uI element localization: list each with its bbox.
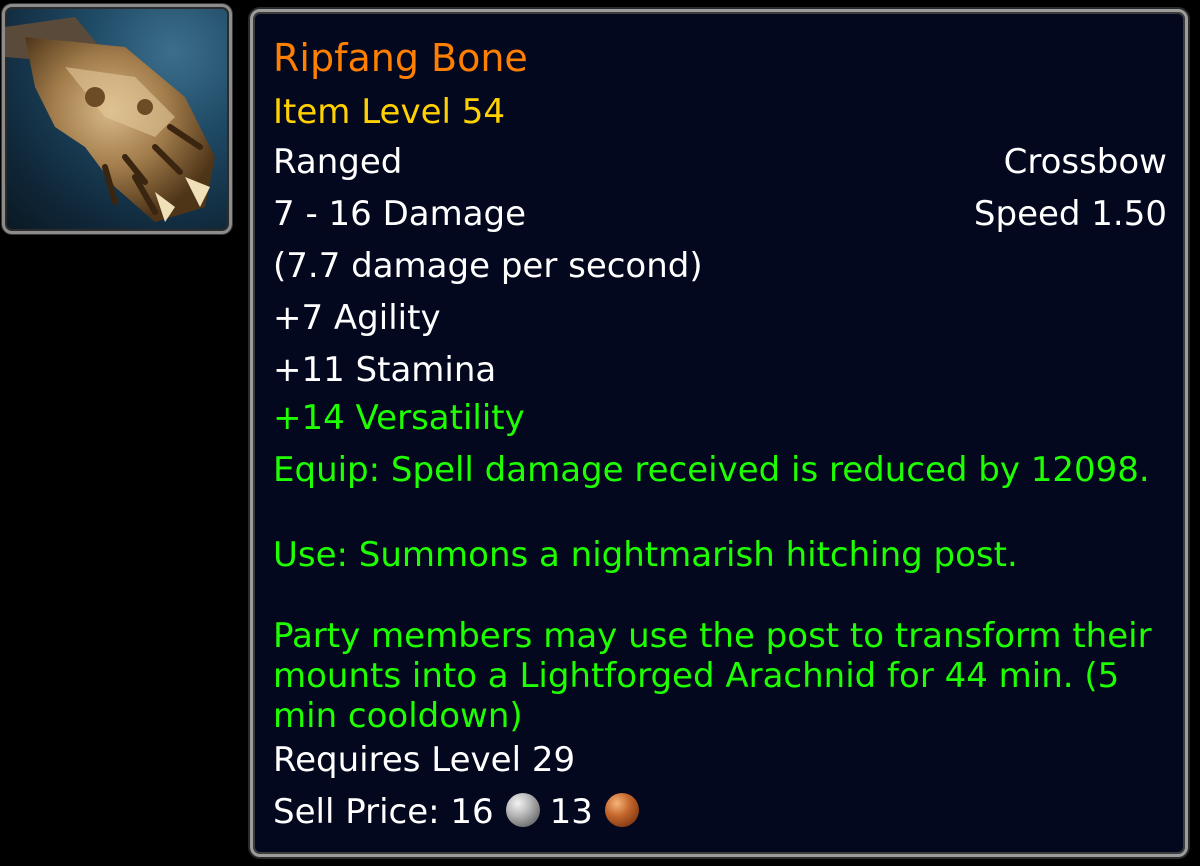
item-slot: Ranged <box>273 142 403 182</box>
copper-coin-icon <box>604 793 639 827</box>
sell-price-row: Sell Price: 16 13 <box>273 792 1167 832</box>
use-effect-detail: Party members may use the post to transf… <box>273 616 1152 736</box>
item-level: Item Level 54 <box>273 92 506 132</box>
slot-type-row: Ranged Crossbow <box>273 142 1167 182</box>
item-tooltip: Ripfang Bone Item Level 54 Ranged Crossb… <box>250 9 1188 857</box>
requires-level: Requires Level 29 <box>273 740 576 780</box>
crossbow-bone-icon <box>5 17 215 222</box>
stat-versatility: +14 Versatility <box>273 398 525 438</box>
item-type: Crossbow <box>1003 142 1167 182</box>
silver-coin-icon <box>505 793 540 827</box>
sell-copper-value: 13 <box>549 792 593 832</box>
equip-effect: Equip: Spell damage received is reduced … <box>273 450 1150 490</box>
item-icon-frame[interactable] <box>2 4 232 234</box>
stat-agility: +7 Agility <box>273 298 441 338</box>
damage-speed-row: 7 - 16 Damage Speed 1.50 <box>273 194 1167 234</box>
use-effect: Use: Summons a nightmarish hitching post… <box>273 535 1018 575</box>
item-name: Ripfang Bone <box>273 36 528 80</box>
item-dps: (7.7 damage per second) <box>273 246 703 286</box>
item-damage: 7 - 16 Damage <box>273 194 527 234</box>
sell-price-label: Sell Price: 16 <box>273 792 494 832</box>
item-speed: Speed 1.50 <box>973 194 1167 234</box>
stat-stamina: +11 Stamina <box>273 350 497 390</box>
